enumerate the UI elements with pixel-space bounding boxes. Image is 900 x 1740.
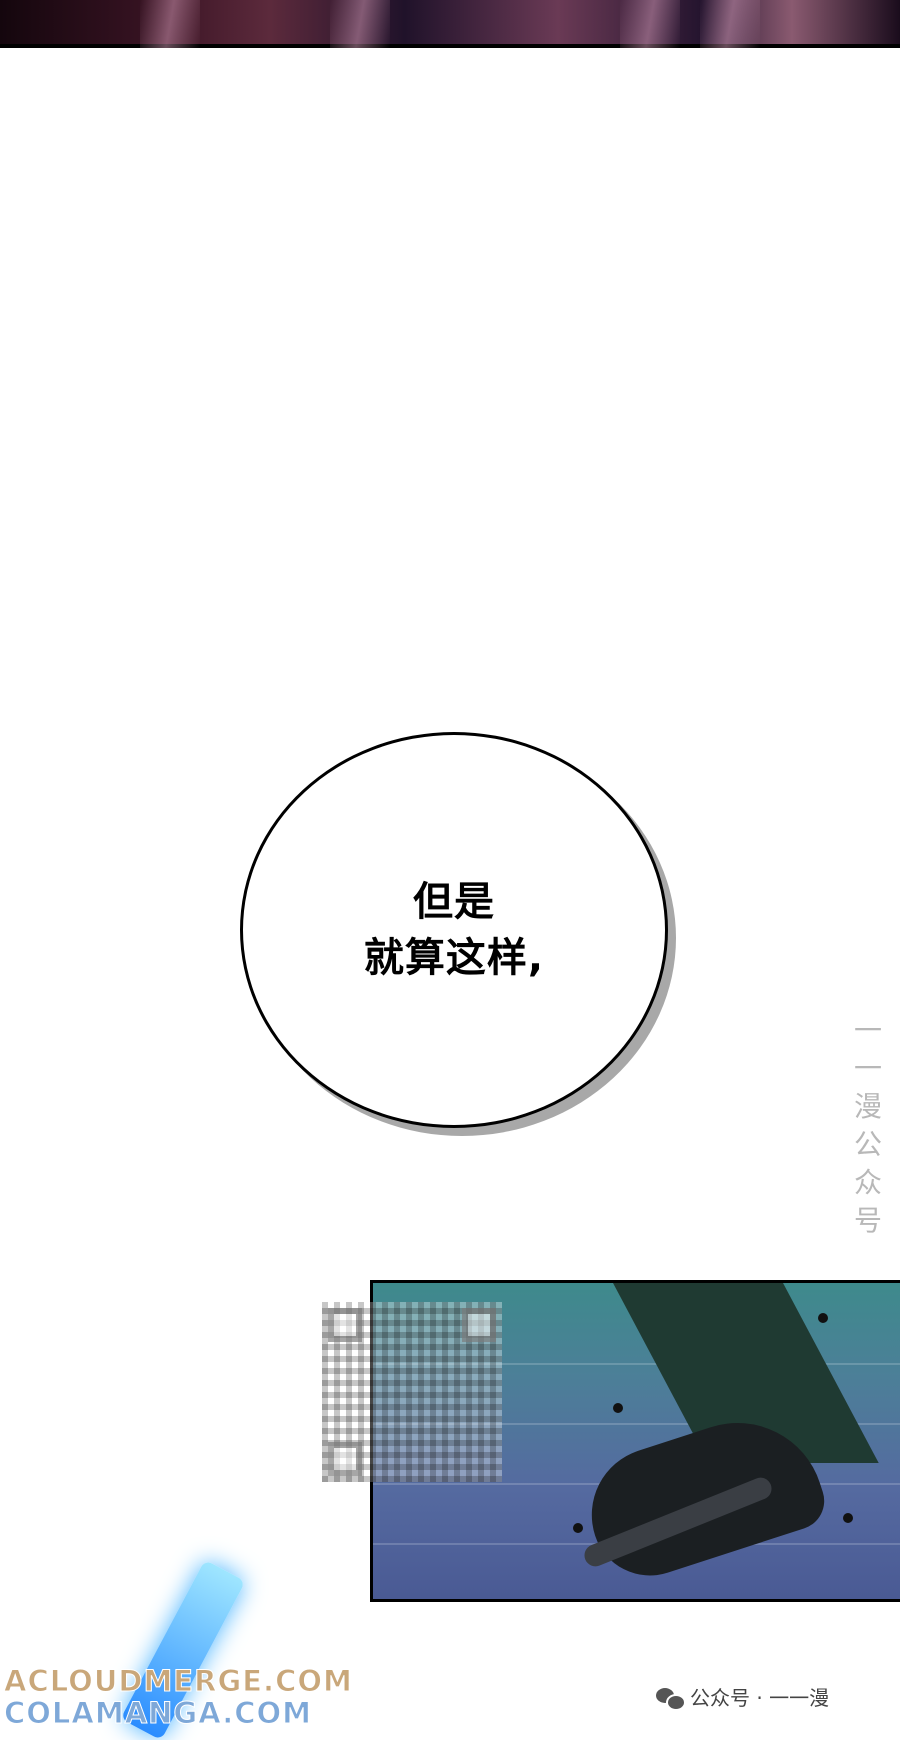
qr-corner xyxy=(462,1308,496,1342)
watermark-char: 众 xyxy=(853,1166,882,1199)
speech-line-2: 就算这样, xyxy=(363,935,545,981)
debris-dot xyxy=(613,1403,623,1413)
hair-highlight xyxy=(330,0,390,48)
vertical-watermark: 一 一 漫 公 众 号 xyxy=(848,1012,888,1240)
watermark-char: 号 xyxy=(853,1204,882,1237)
qr-corner xyxy=(328,1442,362,1476)
debris-dot xyxy=(818,1313,828,1323)
site-watermark-acloudmerge: ACLOUDMERGE.COM xyxy=(4,1664,353,1699)
wechat-icon xyxy=(656,1686,686,1711)
qr-corner xyxy=(328,1308,362,1342)
top-comic-panel xyxy=(0,0,900,48)
site-watermark-colamanga: COLAMANGA.COM xyxy=(3,1696,313,1731)
qr-code-watermark xyxy=(322,1302,502,1482)
wechat-footer: 公众号 · 一一漫 xyxy=(656,1682,829,1711)
speech-line-1: 但是 xyxy=(413,879,495,925)
hair-highlight xyxy=(140,0,200,48)
debris-dot xyxy=(843,1513,853,1523)
watermark-char: 一 xyxy=(853,1052,882,1085)
hand-highlight xyxy=(700,0,760,48)
hand-highlight xyxy=(620,0,680,48)
wechat-footer-text: 公众号 · 一一漫 xyxy=(690,1686,830,1710)
watermark-char: 公 xyxy=(853,1128,882,1161)
watermark-char: 一 xyxy=(853,1014,882,1047)
debris-dot xyxy=(573,1523,583,1533)
watermark-char: 漫 xyxy=(853,1090,882,1123)
speech-bubble: 但是 就算这样, xyxy=(240,732,668,1128)
